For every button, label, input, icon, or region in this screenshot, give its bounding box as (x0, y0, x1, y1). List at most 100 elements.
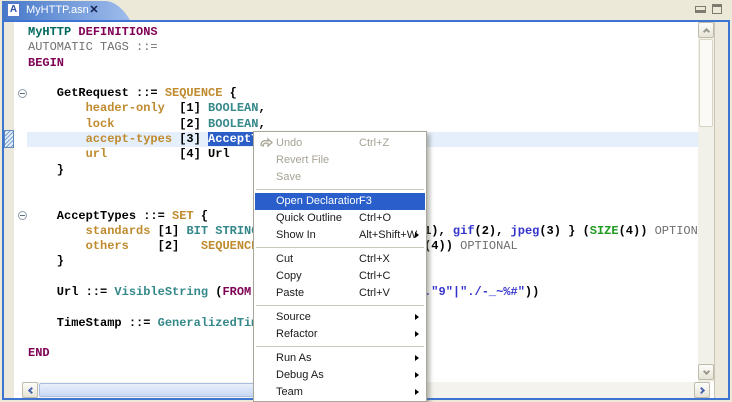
annotation-ruler[interactable] (4, 22, 14, 398)
code-token: )) (525, 285, 539, 299)
scroll-left-button[interactable] (22, 382, 38, 398)
code-token: , (258, 117, 265, 131)
code-token: BOOLEAN (208, 117, 258, 131)
horizontal-scrollbar-thumb[interactable] (39, 383, 289, 397)
code-line[interactable]: AUTOMATIC TAGS ::= (28, 40, 698, 55)
code-token (28, 193, 35, 207)
menu-item-label: Paste (276, 285, 304, 302)
code-token: url (86, 147, 108, 161)
scroll-right-button[interactable] (694, 382, 710, 398)
code-token: header-only (86, 101, 165, 115)
menu-item-paste[interactable]: PasteCtrl+V (255, 285, 425, 302)
asn-file-icon: A (7, 3, 20, 17)
chevron-up-icon (702, 27, 709, 34)
code-token: accept-types (86, 132, 172, 146)
menu-item-cut[interactable]: CutCtrl+X (255, 251, 425, 268)
menu-item-quick-outline[interactable]: Quick Outline Ctrl+O (255, 210, 425, 227)
code-token: GeneralizedTime (158, 316, 266, 330)
chevron-right-icon (697, 386, 704, 393)
vertical-scrollbar[interactable] (698, 22, 714, 382)
scroll-up-button[interactable] (698, 22, 714, 38)
chevron-left-icon (27, 386, 34, 393)
menu-separator (256, 186, 424, 193)
vertical-scrollbar-thumb[interactable] (699, 39, 713, 127)
code-token: (2), (475, 224, 511, 238)
code-token: SIZE (590, 224, 619, 238)
code-line[interactable]: GetRequest ::= SEQUENCE { (28, 86, 698, 101)
code-token: , (258, 101, 265, 115)
submenu-arrow-icon (415, 232, 419, 238)
code-token: OPTIONAL (655, 224, 698, 238)
code-token: standards (86, 224, 151, 238)
code-line[interactable]: MyHTTP DEFINITIONS (28, 25, 698, 40)
code-token: VisibleString (114, 285, 208, 299)
menu-item-team[interactable]: Team (255, 384, 425, 401)
menu-item-label: Show In (276, 227, 316, 244)
menu-item-undo[interactable]: UndoCtrl+Z (255, 135, 425, 152)
menu-item-label: Source (276, 309, 311, 326)
menu-item-open-declaration[interactable]: Open DeclarationF3 (255, 193, 425, 210)
menu-item-label: Refactor (276, 326, 318, 343)
menu-item-label: Open Declaration (276, 193, 362, 210)
code-token: [3] (172, 132, 208, 146)
menu-item-label: Save (276, 169, 301, 186)
submenu-arrow-icon (415, 314, 419, 320)
menu-item-source[interactable]: Source (255, 309, 425, 326)
menu-item-revert-file[interactable]: Revert File (255, 152, 425, 169)
menu-separator (256, 302, 424, 309)
code-token (28, 331, 35, 345)
code-token: (3) } ( (539, 224, 589, 238)
submenu-arrow-icon (415, 355, 419, 361)
code-line[interactable]: lock [2] BOOLEAN, (28, 117, 698, 132)
code-token: AUTOMATIC TAGS ::= (28, 40, 158, 54)
margin-corner (14, 382, 22, 398)
menu-item-shortcut: Ctrl+O (359, 210, 391, 227)
menu-item-run-as[interactable]: Run As (255, 350, 425, 367)
menu-item-refactor[interactable]: Refactor (255, 326, 425, 343)
menu-item-label: Run As (276, 350, 311, 367)
code-token: SEQUENCE (165, 86, 223, 100)
code-line[interactable]: BEGIN (28, 56, 698, 71)
code-token: BIT STRING (186, 224, 258, 238)
code-token (28, 71, 35, 85)
code-token: jpeg (511, 224, 540, 238)
code-token: { (194, 209, 208, 223)
code-token: FROM (222, 285, 251, 299)
minimize-view-icon[interactable] (695, 6, 706, 13)
scroll-down-button[interactable] (698, 364, 714, 380)
tab-close-icon[interactable]: ✕ (88, 3, 100, 17)
chevron-down-icon (702, 367, 709, 374)
submenu-arrow-icon (415, 372, 419, 378)
menu-item-label: Copy (276, 268, 302, 285)
code-token (28, 117, 86, 131)
menu-item-save[interactable]: Save (255, 169, 425, 186)
editor-tab-bar: A MyHTTP.asn ✕ (0, 0, 732, 20)
code-token: { (222, 86, 236, 100)
code-token: } (28, 163, 64, 177)
code-token (28, 300, 35, 314)
menu-item-show-in[interactable]: Show InAlt+Shift+W (255, 227, 425, 244)
menu-separator (256, 343, 424, 350)
menu-item-label: Quick Outline (276, 210, 342, 227)
code-token: TimeStamp ::= (28, 316, 158, 330)
fold-collapse-icon[interactable] (18, 89, 27, 98)
tab-title: MyHTTP.asn (26, 4, 89, 16)
folding-margin[interactable] (14, 22, 27, 382)
code-line[interactable]: header-only [1] BOOLEAN, (28, 101, 698, 116)
code-line[interactable] (28, 71, 698, 86)
tab-myhttp-asn[interactable]: A MyHTTP.asn ✕ (2, 1, 130, 20)
menu-item-debug-as[interactable]: Debug As (255, 367, 425, 384)
menu-item-copy[interactable]: CopyCtrl+C (255, 268, 425, 285)
menu-item-label: Debug As (276, 367, 324, 384)
code-token: others (86, 239, 129, 253)
code-token (28, 224, 86, 238)
code-token: MyHTTP (28, 25, 78, 39)
maximize-view-icon[interactable] (712, 4, 722, 14)
code-token: SEQUENCE (201, 239, 259, 253)
menu-item-shortcut: Ctrl+Z (359, 135, 389, 152)
code-token: [1] (165, 101, 208, 115)
overview-ruler[interactable] (714, 22, 728, 398)
submenu-arrow-icon (415, 331, 419, 337)
menu-item-shortcut: F3 (359, 193, 372, 210)
code-token: gif (453, 224, 475, 238)
